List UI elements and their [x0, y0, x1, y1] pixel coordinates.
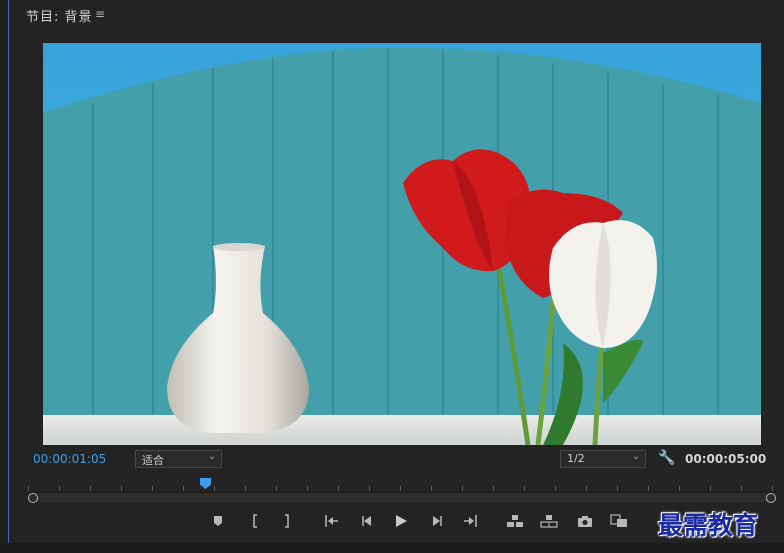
ruler-tick [28, 486, 29, 491]
ruler-tick [338, 486, 339, 491]
program-video-frame[interactable] [43, 43, 761, 445]
ruler-tick [276, 486, 277, 491]
hamburger-menu-icon[interactable]: ≡ [95, 7, 105, 21]
ruler-tick [679, 486, 680, 491]
go-to-out-button[interactable] [460, 510, 482, 532]
play-button[interactable] [390, 510, 412, 532]
play-icon [396, 515, 407, 527]
current-timecode[interactable]: 00:00:01:05 [33, 452, 106, 466]
ruler-tick [648, 486, 649, 491]
step-back-button[interactable] [356, 510, 378, 532]
zoom-level-value: 适合 [142, 454, 164, 467]
panel-left-edge [0, 0, 9, 553]
compare-view-icon [610, 514, 627, 527]
lift-icon [507, 515, 523, 527]
mark-out-button[interactable] [276, 510, 298, 532]
ruler-tick [710, 486, 711, 491]
step-back-icon [362, 516, 371, 526]
add-marker-button[interactable] [207, 510, 229, 532]
ruler-tick [462, 486, 463, 491]
playback-resolution-select[interactable]: 1/2 ⌄ [560, 450, 646, 468]
watermark-logo: 最需教育 [658, 511, 759, 540]
zoom-scroll-right-handle[interactable] [766, 493, 776, 503]
program-monitor-panel: 节目: 背景 ≡ 00:00:01:05 适合 ⌄ 1/2 ⌄ 🔧 00:00:… [0, 0, 784, 553]
go-to-in-icon [325, 515, 338, 527]
step-forward-icon [433, 516, 442, 526]
chevron-down-icon: ⌄ [631, 451, 640, 462]
resolution-value: 1/2 [567, 452, 585, 465]
zoom-scroll-track[interactable] [30, 492, 774, 502]
ruler-tick [586, 486, 587, 491]
ruler-tick [121, 486, 122, 491]
zoom-scroll-left-handle[interactable] [28, 493, 38, 503]
mark-in-button[interactable] [244, 510, 266, 532]
panel-header: 节目: 背景 ≡ [10, 0, 784, 30]
extract-button[interactable] [538, 510, 560, 532]
go-to-out-icon [464, 515, 477, 527]
ruler-tick [214, 486, 215, 491]
ruler-tick [772, 486, 773, 491]
extract-icon [540, 515, 558, 528]
step-forward-button[interactable] [426, 510, 448, 532]
ruler-tick [183, 486, 184, 491]
ruler-tick [524, 486, 525, 491]
lift-button[interactable] [504, 510, 526, 532]
panel-title[interactable]: 节目: 背景 [26, 6, 93, 25]
chevron-down-icon: ⌄ [207, 451, 216, 462]
camera-icon [578, 516, 592, 527]
ruler-tick [90, 486, 91, 491]
settings-wrench-icon[interactable]: 🔧 [658, 450, 675, 466]
panel-bottom-edge [0, 543, 784, 553]
mark-in-icon [253, 514, 257, 528]
ruler-tick [59, 486, 60, 491]
video-content [43, 43, 761, 445]
ruler-tick [617, 486, 618, 491]
ruler-tick [741, 486, 742, 491]
ruler-tick [555, 486, 556, 491]
ruler-tick [307, 486, 308, 491]
export-frame-button[interactable] [574, 510, 596, 532]
add-marker-icon [214, 516, 222, 526]
mark-out-icon [285, 514, 289, 528]
compare-view-button[interactable] [608, 510, 630, 532]
go-to-in-button[interactable] [320, 510, 342, 532]
ruler-tick [245, 486, 246, 491]
ruler-tick [431, 486, 432, 491]
monitor-info-row: 00:00:01:05 适合 ⌄ 1/2 ⌄ 🔧 00:00:05:00 [10, 448, 784, 472]
ruler-tick [493, 486, 494, 491]
zoom-level-select[interactable]: 适合 ⌄ [135, 450, 222, 468]
ruler-tick [400, 486, 401, 491]
ruler-tick [152, 486, 153, 491]
time-ruler[interactable] [28, 477, 773, 491]
duration-timecode: 00:00:05:00 [685, 452, 767, 466]
ruler-tick [369, 486, 370, 491]
